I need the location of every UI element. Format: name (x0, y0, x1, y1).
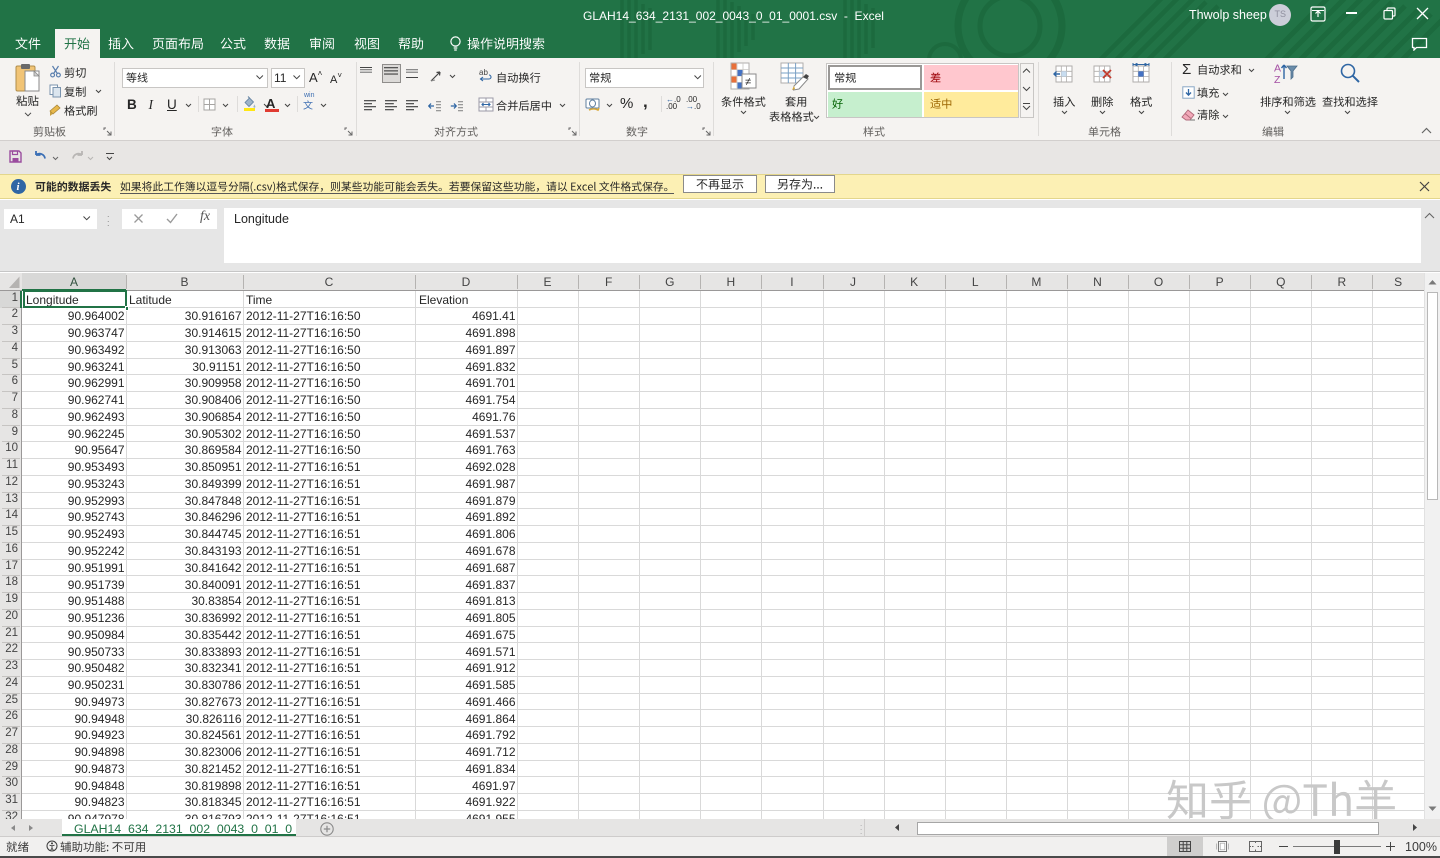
svg-text:A: A (1274, 63, 1281, 75)
svg-text:ab: ab (479, 69, 488, 77)
svg-text:Z: Z (1274, 74, 1281, 86)
svg-text:≠: ≠ (745, 76, 751, 88)
